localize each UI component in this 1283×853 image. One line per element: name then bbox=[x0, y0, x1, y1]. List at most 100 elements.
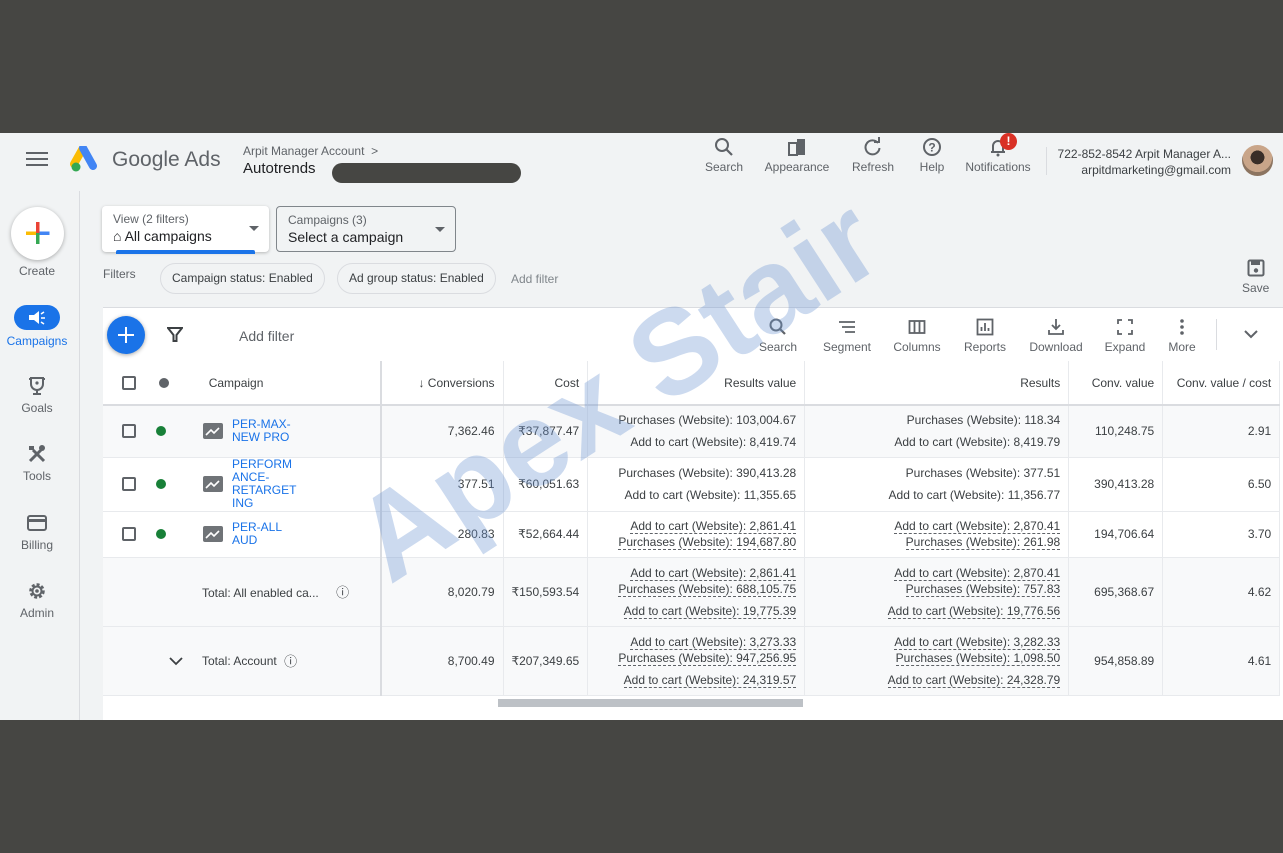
view-selector-title: View (2 filters) bbox=[113, 212, 189, 226]
header-refresh-button[interactable]: Refresh bbox=[850, 137, 896, 174]
dropdown-caret-icon bbox=[435, 227, 445, 232]
horizontal-scrollbar[interactable] bbox=[498, 699, 803, 707]
google-ads-logo bbox=[70, 146, 97, 172]
campaign-name-link[interactable]: PER-ALL AUD bbox=[232, 521, 282, 547]
sort-arrow-icon: ↓ bbox=[418, 375, 425, 390]
add-filter-input[interactable]: Add filter bbox=[239, 328, 294, 344]
view-selector-value: All campaigns bbox=[124, 228, 212, 244]
new-campaign-button[interactable] bbox=[107, 316, 145, 354]
cell-cost: ₹37,877.47 bbox=[503, 405, 589, 458]
campaign-name-link[interactable]: PER-MAX- NEW PRO bbox=[232, 418, 291, 444]
more-vert-icon bbox=[1180, 319, 1184, 335]
toolbar-divider bbox=[1216, 319, 1217, 350]
cell-conv-value-cost: 3.70 bbox=[1162, 511, 1281, 558]
reports-icon bbox=[976, 318, 994, 336]
tool-columns[interactable]: Columns bbox=[892, 318, 942, 354]
chevron-down-icon[interactable] bbox=[168, 656, 184, 666]
column-header-results-value[interactable]: Results value bbox=[587, 361, 806, 406]
expand-icon bbox=[1117, 319, 1133, 335]
cell-results-value: Add to cart (Website): 3,273.33 Purchases… bbox=[587, 626, 806, 696]
cell-cost: ₹52,664.44 bbox=[503, 511, 589, 558]
user-account-info[interactable]: 722-852-8542 Arpit Manager A... arpitdma… bbox=[1058, 146, 1231, 178]
nav-item-admin[interactable]: Admin bbox=[0, 580, 74, 620]
status-column-icon bbox=[159, 377, 170, 388]
download-icon bbox=[1048, 319, 1064, 335]
cell-conv-value-cost: 4.61 bbox=[1162, 626, 1281, 696]
table-row[interactable]: PER-ALL AUD 280.83 ₹52,664.44 Add to cart… bbox=[103, 511, 1281, 558]
search-icon bbox=[715, 138, 733, 156]
campaign-selector[interactable]: Campaigns (3) Select a campaign bbox=[276, 206, 456, 252]
performance-max-icon bbox=[203, 526, 223, 542]
help-icon: ? bbox=[923, 138, 941, 156]
help-icon[interactable]: ⓘ bbox=[336, 585, 349, 600]
row-checkbox[interactable] bbox=[122, 477, 136, 491]
nav-item-billing[interactable]: Billing bbox=[0, 512, 74, 552]
cell-results-value: Purchases (Website): 390,413.28 Add to ca… bbox=[587, 457, 806, 512]
account-name[interactable]: Autotrends bbox=[243, 160, 316, 177]
row-checkbox[interactable] bbox=[122, 527, 136, 541]
performance-max-icon bbox=[203, 476, 223, 492]
cell-conv-value: 110,248.75 bbox=[1068, 405, 1164, 458]
filters-label: Filters bbox=[103, 267, 136, 281]
cell-conversions: 377.51 bbox=[381, 457, 504, 512]
user-email: arpitdmarketing@gmail.com bbox=[1081, 163, 1231, 177]
plus-icon bbox=[26, 222, 50, 244]
save-button[interactable]: Save bbox=[1242, 259, 1269, 295]
chevron-down-icon[interactable] bbox=[1242, 328, 1260, 340]
filter-chip-ad-group-status[interactable]: Ad group status: Enabled bbox=[337, 263, 496, 294]
column-header-cost[interactable]: Cost bbox=[503, 361, 589, 406]
filter-icon[interactable] bbox=[167, 326, 183, 342]
total-row-enabled: Total: All enabled ca... ⓘ 8,020.79 ₹150… bbox=[103, 557, 1281, 627]
total-label: Total: All enabled ca... bbox=[202, 586, 319, 600]
row-checkbox[interactable] bbox=[122, 424, 136, 439]
table-header-row: Campaign ↓ Conversions Cost Results valu… bbox=[103, 361, 1281, 406]
status-enabled-dot bbox=[156, 529, 166, 539]
create-button[interactable] bbox=[11, 207, 64, 260]
home-icon: ⌂ bbox=[113, 228, 122, 244]
cell-results-value: Add to cart (Website): 2,861.41 Purchases… bbox=[587, 511, 806, 558]
view-selector[interactable]: View (2 filters) ⌂ All campaigns bbox=[102, 206, 269, 254]
help-icon[interactable]: ⓘ bbox=[284, 654, 297, 669]
svg-text:?: ? bbox=[928, 141, 935, 155]
nav-item-campaigns[interactable]: Campaigns bbox=[0, 305, 74, 348]
tool-segment[interactable]: Segment bbox=[821, 318, 873, 354]
left-nav: Create Campaigns Goals Tools Billing Adm… bbox=[0, 191, 80, 720]
header-help-button[interactable]: ? Help bbox=[915, 137, 949, 174]
avatar[interactable] bbox=[1242, 145, 1273, 176]
tool-more[interactable]: More bbox=[1166, 318, 1198, 354]
cell-cost: ₹150,593.54 bbox=[503, 557, 589, 627]
cell-results: Add to cart (Website): 3,282.33 Purchases… bbox=[804, 626, 1070, 696]
tool-search[interactable]: Search bbox=[758, 318, 798, 354]
tools-icon bbox=[28, 445, 46, 463]
add-filter-link[interactable]: Add filter bbox=[511, 272, 558, 286]
nav-item-goals[interactable]: Goals bbox=[0, 375, 74, 415]
header-search-button[interactable]: Search bbox=[704, 137, 744, 174]
tool-reports[interactable]: Reports bbox=[962, 318, 1008, 354]
header-divider bbox=[1046, 147, 1047, 175]
table-row[interactable]: PER-MAX- NEW PRO 7,362.46 ₹37,877.47 Purc… bbox=[103, 405, 1281, 458]
cell-conv-value: 695,368.67 bbox=[1068, 557, 1164, 627]
header-appearance-button[interactable]: Appearance bbox=[763, 137, 831, 174]
nav-item-tools[interactable]: Tools bbox=[0, 443, 74, 483]
hamburger-menu-icon[interactable] bbox=[26, 152, 48, 168]
campaign-name-link[interactable]: PERFORM ANCE- RETARGET ING bbox=[232, 458, 296, 510]
tool-expand[interactable]: Expand bbox=[1103, 318, 1147, 354]
campaign-table: Campaign ↓ Conversions Cost Results valu… bbox=[103, 361, 1281, 696]
column-header-campaign[interactable]: Campaign bbox=[103, 361, 382, 406]
filter-chip-campaign-status[interactable]: Campaign status: Enabled bbox=[160, 263, 325, 294]
column-header-conv-value-cost[interactable]: Conv. value / cost bbox=[1162, 361, 1281, 406]
tool-download[interactable]: Download bbox=[1028, 318, 1084, 354]
cell-conv-value-cost: 2.91 bbox=[1162, 405, 1281, 458]
column-header-conv-value[interactable]: Conv. value bbox=[1068, 361, 1164, 406]
select-all-checkbox[interactable] bbox=[122, 375, 136, 390]
cell-conv-value-cost: 4.62 bbox=[1162, 557, 1281, 627]
cell-conv-value-cost: 6.50 bbox=[1162, 457, 1281, 512]
column-header-conversions[interactable]: ↓ Conversions bbox=[381, 361, 504, 406]
gear-icon bbox=[29, 583, 45, 599]
cell-cost: ₹60,051.63 bbox=[503, 457, 589, 512]
breadcrumb[interactable]: Arpit Manager Account > bbox=[243, 144, 378, 158]
status-enabled-dot bbox=[156, 426, 166, 437]
header-notifications-button[interactable]: Notifications ! bbox=[962, 133, 1034, 174]
table-row[interactable]: PERFORM ANCE- RETARGET ING 377.51 ₹60,051.6… bbox=[103, 457, 1281, 512]
column-header-results[interactable]: Results bbox=[804, 361, 1070, 406]
